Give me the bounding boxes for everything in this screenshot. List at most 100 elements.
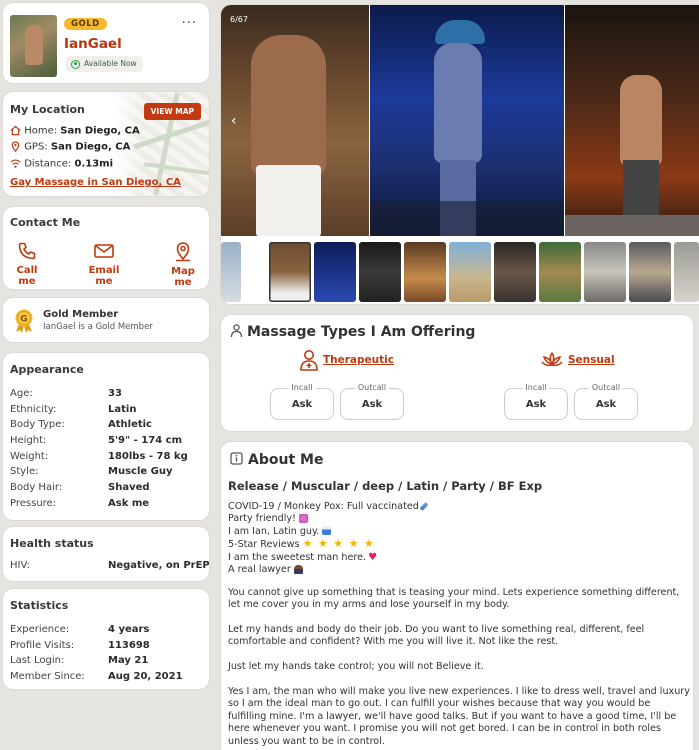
row-value: Athletic: [108, 419, 152, 430]
home-row: Home: San Diego, CA: [10, 125, 140, 137]
gallery-photo[interactable]: [221, 5, 369, 236]
thumbnail[interactable]: [269, 242, 311, 302]
about-title: About Me: [248, 452, 324, 468]
about-intro-lines: COVID-19 / Monkey Pox: Full vaccinated P…: [228, 501, 429, 576]
wifi-icon: [10, 159, 21, 168]
thumbnail-strip: ‹: [221, 238, 699, 304]
gold-member-subtitle: IanGael is a Gold Member: [43, 322, 153, 332]
thumbnail[interactable]: [539, 242, 581, 302]
gold-member-title: Gold Member: [43, 309, 119, 320]
row-key: Weight:: [10, 451, 49, 462]
thumbnail[interactable]: [584, 242, 626, 302]
city-massage-link[interactable]: Gay Massage in San Diego, CA: [10, 177, 181, 188]
row-value: 113698: [108, 640, 150, 651]
row-value: 33: [108, 388, 122, 399]
gps-value: San Diego, CA: [50, 141, 131, 153]
location-card: My Location VIEW MAP Home: San Diego, CA…: [3, 92, 209, 196]
profile-card: GOLD ··· IanGael Available Now: [3, 3, 209, 83]
availability-label: Available Now: [84, 59, 137, 68]
row-key: Height:: [10, 435, 47, 446]
gold-medal-letter: G: [20, 315, 27, 325]
syringe-emoji-icon: [419, 501, 429, 511]
row-key: Body Hair:: [10, 482, 63, 493]
gallery-photo[interactable]: [370, 5, 564, 236]
row-value: Aug 20, 2021: [108, 671, 183, 682]
massage-types-title: Massage Types I Am Offering: [247, 324, 476, 340]
row-value: 5'9" - 174 cm: [108, 435, 183, 446]
therapeutic-icon: [300, 350, 318, 371]
lotus-icon: [541, 351, 563, 367]
row-key: Last Login:: [10, 655, 65, 666]
thumbnail[interactable]: [674, 242, 699, 302]
call-button[interactable]: Call me: [9, 241, 45, 287]
row-key: Age:: [10, 388, 33, 399]
appearance-title: Appearance: [10, 363, 84, 376]
availability-badge: Available Now: [66, 56, 143, 72]
thumbnail[interactable]: [221, 242, 241, 302]
massage-type-sensual[interactable]: Sensual: [568, 354, 615, 366]
health-title: Health status: [10, 537, 94, 550]
contact-card: Contact Me Call me Email me Map me: [3, 207, 209, 289]
row-value: Muscle Guy: [108, 466, 173, 477]
gallery-prev-icon[interactable]: ‹: [231, 113, 237, 129]
therapeutic-outcall: Outcall Ask: [340, 383, 404, 420]
about-line: 5-Star Reviews: [228, 539, 300, 551]
phone-icon: [18, 242, 36, 260]
outcall-label: Outcall: [588, 383, 624, 392]
about-paragraph: Let my hands and body do their job. Do y…: [228, 624, 645, 648]
thumbnail[interactable]: [404, 242, 446, 302]
contact-title: Contact Me: [10, 216, 81, 229]
about-heading: About Me: [230, 452, 323, 468]
thumbnail[interactable]: [629, 242, 671, 302]
thumbnail[interactable]: [494, 242, 536, 302]
map-label: Map me: [171, 266, 195, 288]
party-emoji-icon: [298, 513, 308, 523]
gallery-photo[interactable]: [565, 5, 699, 236]
location-title: My Location: [10, 103, 85, 116]
email-button[interactable]: Email me: [79, 241, 129, 287]
map-pin-icon: [176, 242, 190, 262]
about-line: A real lawyer: [228, 564, 291, 576]
row-value: 180lbs - 78 kg: [108, 451, 188, 462]
email-label: Email me: [88, 265, 120, 287]
massage-types-heading: Massage Types I Am Offering: [230, 323, 476, 340]
about-card: About Me Release / Muscular / deep / Lat…: [221, 442, 693, 750]
location-pin-icon: [11, 141, 20, 152]
row-value: 4 years: [108, 624, 150, 635]
distance-row: Distance: 0.13mi: [10, 158, 113, 170]
sensual-incall: Incall Ask: [504, 383, 568, 420]
outcall-value: Ask: [595, 399, 617, 410]
thumbnail[interactable]: [314, 242, 356, 302]
massage-type-therapeutic[interactable]: Therapeutic: [323, 354, 394, 366]
outcall-value: Ask: [361, 399, 383, 410]
row-key: HIV:: [10, 560, 30, 571]
incall-label: Incall: [288, 383, 316, 392]
map-button[interactable]: Map me: [161, 241, 205, 288]
statistics-card: Statistics Experience: 4 years Profile Vi…: [3, 589, 209, 689]
envelope-icon: [94, 244, 114, 258]
avatar[interactable]: [10, 15, 57, 77]
masseur-icon: [230, 323, 243, 337]
row-value: Shaved: [108, 482, 150, 493]
massage-types-card: Massage Types I Am Offering Therapeutic …: [221, 315, 693, 431]
health-card: Health status HIV: Negative, on PrEP: [3, 527, 209, 581]
more-options-icon[interactable]: ···: [182, 16, 197, 31]
incall-value: Ask: [525, 399, 547, 410]
thumbnail[interactable]: [359, 242, 401, 302]
row-value: Latin: [108, 404, 137, 415]
home-label: Home:: [24, 125, 58, 137]
photo-gallery: 6/67 ‹ ‹: [221, 5, 699, 304]
about-paragraph: You cannot give up something that is tea…: [228, 587, 680, 611]
photo-counter: 6/67: [230, 15, 248, 24]
gold-member-card: G Gold Member IanGael is a Gold Member: [3, 298, 209, 342]
about-line: COVID-19 / Monkey Pox: Full vaccinated: [228, 501, 419, 512]
row-value: May 21: [108, 655, 149, 666]
view-map-button[interactable]: VIEW MAP: [143, 103, 201, 120]
distance-label: Distance:: [24, 158, 72, 170]
call-label: Call me: [16, 265, 38, 287]
row-value: Negative, on PrEP: [108, 560, 209, 571]
therapeutic-incall: Incall Ask: [270, 383, 334, 420]
gold-medal-icon: G: [15, 309, 33, 333]
lawyer-emoji-icon: [293, 564, 303, 574]
thumbnail[interactable]: [449, 242, 491, 302]
